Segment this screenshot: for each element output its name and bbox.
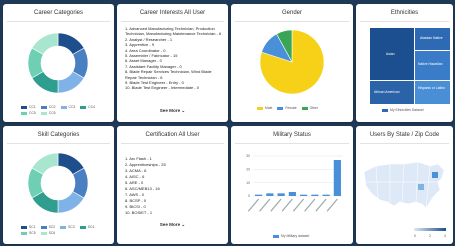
card-title: Gender [281,10,302,16]
bar [311,194,319,196]
card-title: Career Categories [33,10,84,16]
y-tick-label: 10 [246,181,250,185]
card-title: Users By State / Zip Code [369,132,440,138]
career-legend: CC1 CC2 CC3 CC4 CC5 CC6 [21,104,101,116]
gender-card: Gender Male Female Other [231,4,353,122]
x-tick-label [247,198,260,212]
x-tick-label [259,198,271,212]
users-by-state-card: Users By State / Zip Code 0 2 4 [356,126,453,244]
career-interests-list: 1. Advanced Manufacturing Technician, Pr… [125,26,222,91]
skill-legend: SC1 SC2 SC3 SC4 SC5 SC6 [21,224,101,236]
ethnicities-treemap: Asian Alaskan Native Native Hawaiian Afr… [370,28,450,104]
list-item: 10. Blade Test Engineer - Intermediate -… [125,85,199,91]
career-interests-card: Career Interests All User 1. Advanced Ma… [117,4,228,122]
x-tick-label [281,198,293,212]
treemap-label: Native Hawaiian [418,62,443,66]
military-status-card: Military Status 0 10 20 30 My Military data… [231,126,353,244]
us-map [363,161,445,209]
y-tick-label: 0 [248,194,250,198]
bar [266,193,274,196]
bar [255,194,263,196]
certification-card: Certification All User 1. Arc Flash - 1 … [117,126,228,244]
chevron-down-icon: ⌄ [181,222,186,227]
divider [360,21,449,22]
bar [333,160,341,196]
state-highlight [432,172,438,178]
career-categories-card: Career Categories CC1 CC2 CC3 CC4 CC5 CC… [3,4,114,122]
bar [300,194,308,196]
divider [235,143,349,144]
treemap-label: Hispanic or Latino [418,86,446,90]
treemap-cell [414,80,450,104]
skill-donut-chart [27,152,89,214]
divider [121,21,224,22]
card-title: Military Status [273,132,311,138]
map-scale-bar [414,228,446,231]
x-tick-label [326,198,338,212]
card-title: Career Interests All User [139,10,206,16]
gender-legend: Male Female Other [257,106,322,110]
card-title: Skill Categories [37,132,80,138]
x-tick-label [315,198,327,212]
card-title: Certification All User [145,132,200,138]
see-more-button[interactable]: See More ⌄ [117,222,228,228]
card-title: Ethnicities [390,10,419,16]
treemap-label: Alaskan Native [420,36,443,40]
divider [7,21,110,22]
gender-pie-chart [259,29,325,95]
list-item: 10. BOSIET - 1 [125,210,153,215]
bar [288,192,296,196]
y-tick-label: 20 [246,168,250,172]
divider [235,21,349,22]
treemap-label: African American [374,90,400,94]
x-tick-label [292,198,305,212]
certification-list: 1. Arc Flash - 1 2. Apprenticeships - 25… [125,156,222,216]
chevron-down-icon: ⌄ [181,108,186,113]
skill-categories-card: Skill Categories SC1 SC2 SC3 SC4 SC5 SC6 [3,126,114,244]
divider [360,143,449,144]
list-item: 1. Advanced Manufacturing Technician, Pr… [125,26,222,37]
divider [7,143,110,144]
bar [322,194,330,196]
treemap-label: Asian [386,52,395,56]
bar [277,193,285,196]
divider [121,143,224,144]
military-bar-chart: 0 10 20 30 [246,154,343,212]
ethnicities-legend: My Ethnicities Dataset [382,108,424,112]
list-item: 8. Blade Repair Services Technician, Win… [125,69,212,80]
state-highlight [418,184,424,190]
see-more-button[interactable]: See More ⌄ [117,108,228,114]
x-tick-label [270,198,282,212]
y-tick-label: 30 [246,154,250,158]
x-tick-label [304,198,316,212]
career-donut-chart [27,32,89,94]
ethnicities-card: Ethnicities Asian Alaskan Native Native … [356,4,453,122]
military-legend: My Military dataset [273,234,309,238]
